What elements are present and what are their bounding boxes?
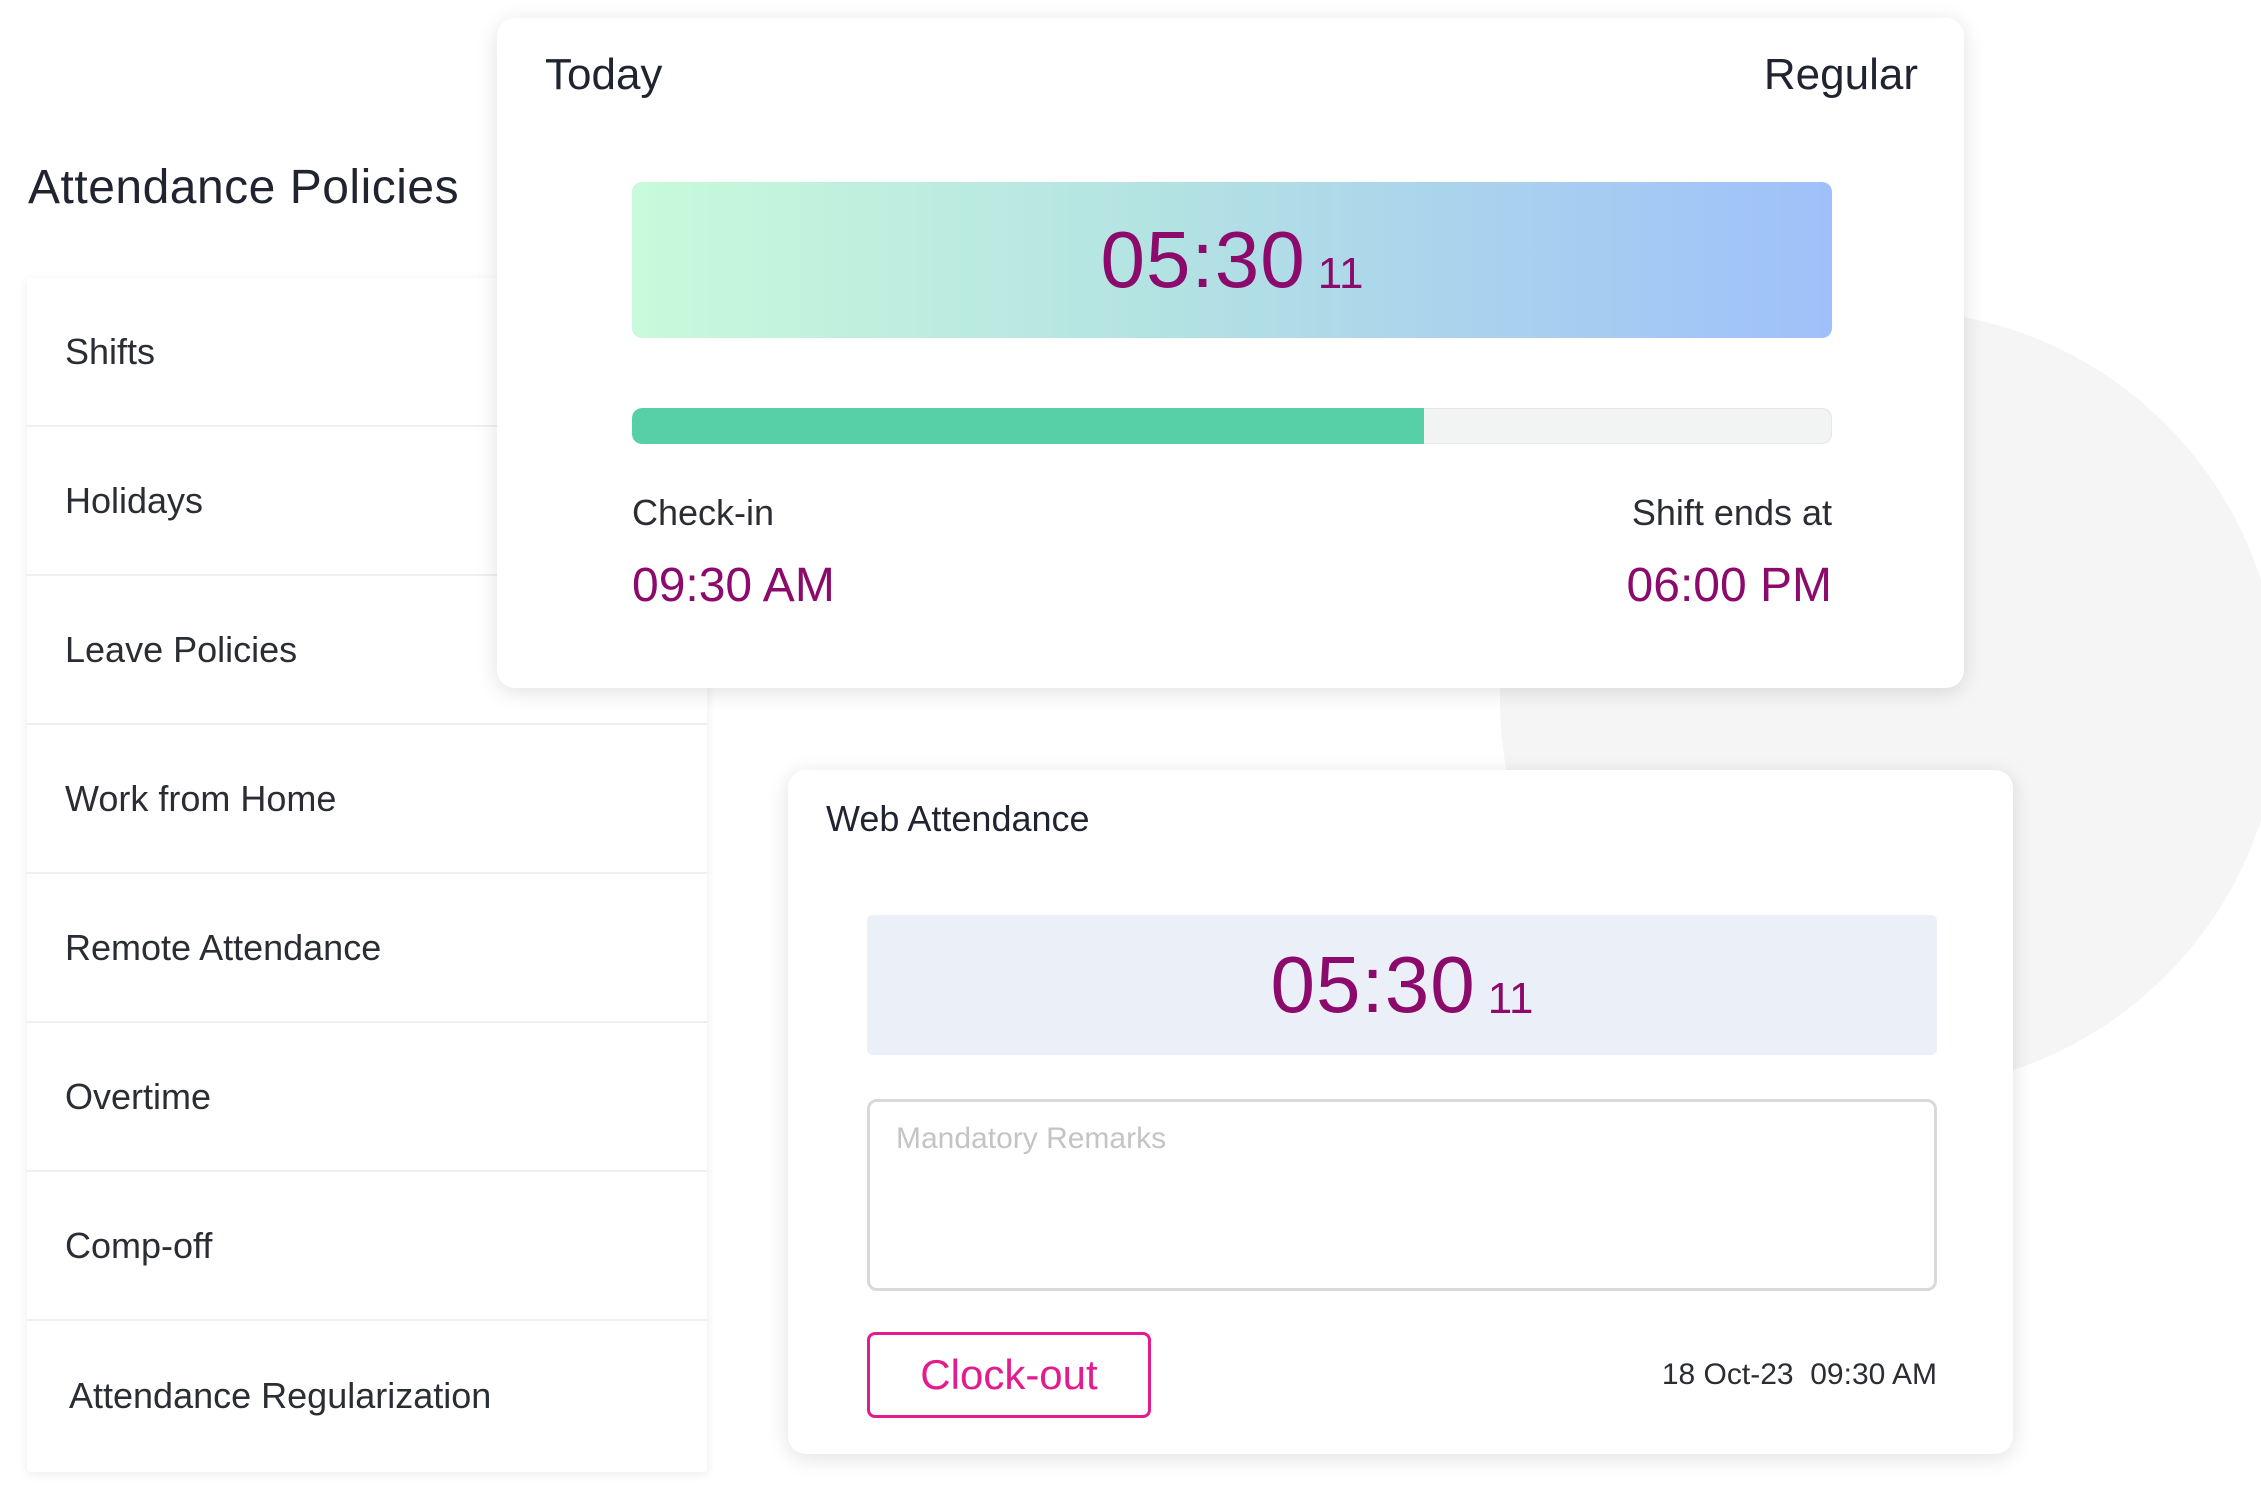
shift-progress-fill — [632, 408, 1424, 444]
shift-type-label: Regular — [1763, 50, 1918, 99]
web-attendance-title: Web Attendance — [826, 798, 1090, 839]
web-timer-display: 05:30 11 — [867, 915, 1937, 1055]
shift-progress-bar — [632, 408, 1832, 444]
shift-end-time: 06:00 PM — [1626, 559, 1832, 612]
policy-item-comp-off[interactable]: Comp-off — [27, 1172, 707, 1321]
remarks-input[interactable] — [867, 1099, 1937, 1291]
policy-item-attendance-regularization[interactable]: Attendance Regularization — [27, 1321, 707, 1470]
web-attendance-card: Web Attendance 05:30 11 Clock-out 18 Oct… — [788, 770, 2013, 1454]
checkin-time: 09:30 AM — [632, 559, 835, 612]
today-card: Today Regular 05:30 11 Check-in 09:30 AM… — [497, 18, 1964, 688]
clock-out-button[interactable]: Clock-out — [867, 1332, 1151, 1418]
timer-seconds: 11 — [1317, 249, 1364, 298]
shift-end-label: Shift ends at — [1631, 492, 1832, 533]
checkin-label: Check-in — [632, 492, 775, 533]
timer-banner: 05:30 11 — [632, 182, 1832, 338]
web-timer-seconds: 11 — [1487, 974, 1534, 1023]
policy-item-overtime[interactable]: Overtime — [27, 1023, 707, 1172]
clock-timestamp: 18 Oct-23 09:30 AM — [1661, 1358, 1937, 1391]
section-title: Attendance Policies — [28, 161, 460, 214]
policy-item-remote-attendance[interactable]: Remote Attendance — [27, 874, 707, 1023]
today-title: Today — [545, 50, 663, 99]
web-timer-main: 05:30 — [1270, 940, 1476, 1029]
timer-main: 05:30 — [1100, 215, 1306, 304]
policy-item-work-from-home[interactable]: Work from Home — [27, 725, 707, 874]
